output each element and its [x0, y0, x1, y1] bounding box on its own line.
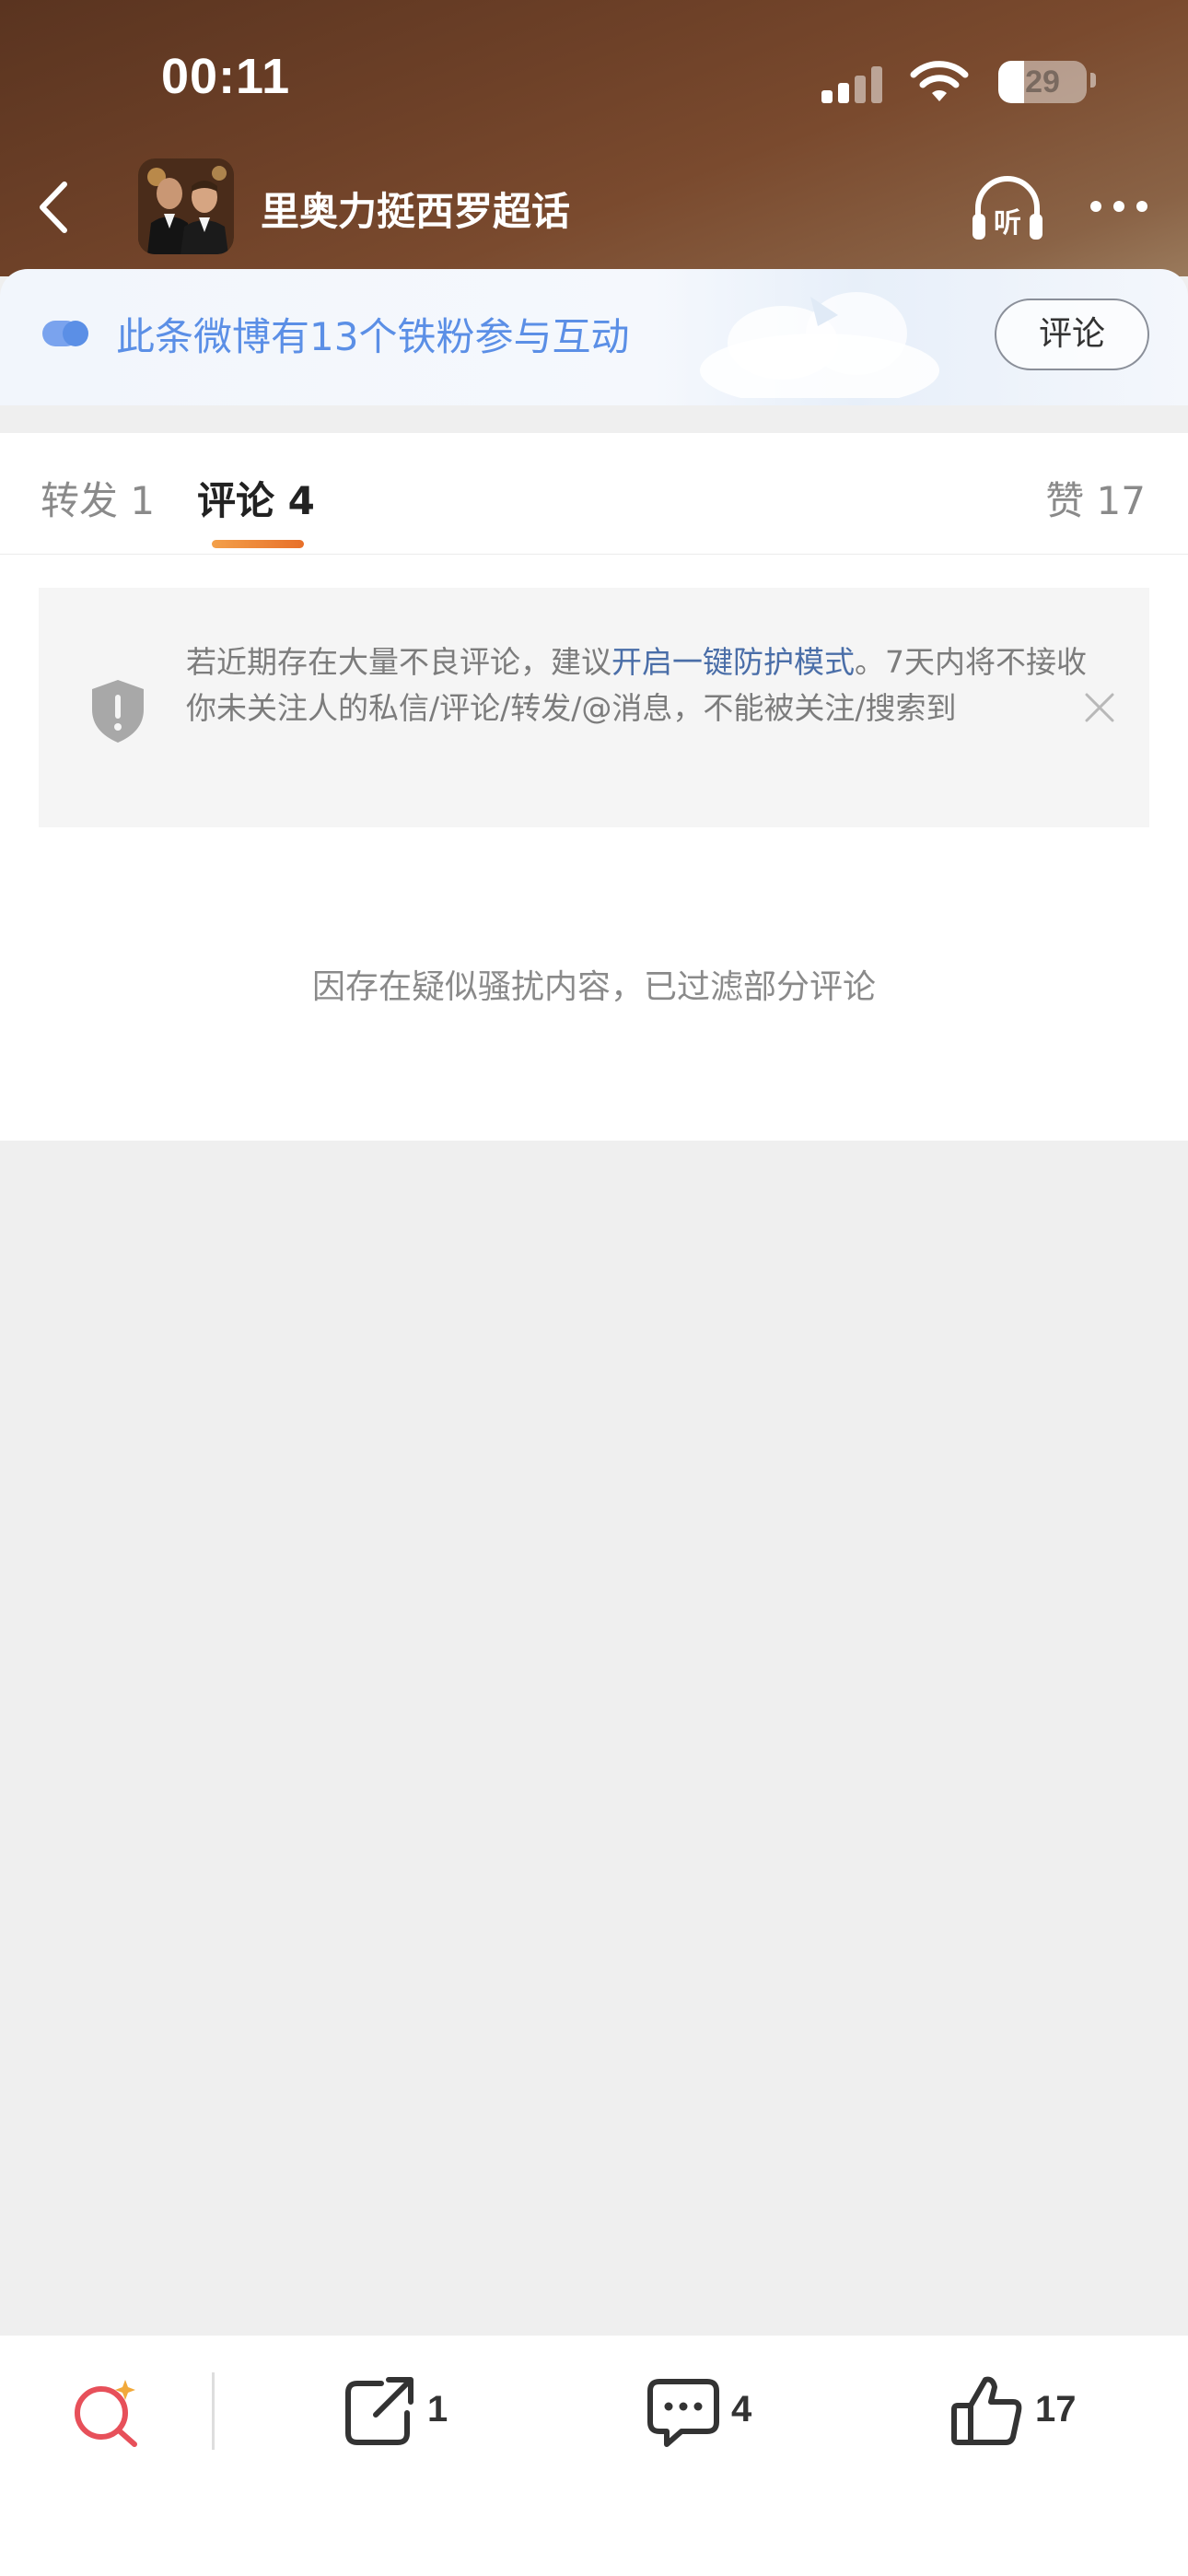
battery-tip: [1090, 73, 1096, 88]
screen: 00:11 29 里奥力挺西罗超话 听 此条微博有13个铁粉参与互动 评论 转发…: [0, 0, 1188, 2576]
comment-count: 4: [731, 2389, 752, 2430]
wifi-icon: [910, 61, 969, 101]
like-button[interactable]: 17: [949, 2372, 1105, 2450]
close-icon[interactable]: [1079, 687, 1120, 728]
forward-button[interactable]: 1: [341, 2372, 479, 2450]
headphones-listen-icon[interactable]: 听: [969, 173, 1046, 243]
cellular-signal-icon: [821, 64, 884, 103]
interaction-tabs: 转发 1 评论 4 赞 17: [0, 433, 1188, 555]
more-dots-icon[interactable]: [1087, 184, 1151, 228]
comment-bubble-icon: [647, 2379, 719, 2447]
chevron-left-icon[interactable]: [26, 175, 90, 240]
protection-notice-text: 若近期存在大量不良评论，建议开启一键防护模式。7天内将不接收你未关注人的私信/评…: [186, 639, 1089, 732]
like-count: 17: [1035, 2389, 1077, 2430]
active-tab-indicator: [212, 540, 304, 548]
ai-search-icon[interactable]: [70, 2374, 144, 2448]
thumbs-up-icon: [951, 2376, 1022, 2445]
shield-alert-icon: [92, 680, 144, 743]
fan-interaction-banner[interactable]: 此条微博有13个铁粉参与互动 评论: [0, 269, 1188, 405]
tab-comment[interactable]: 评论 4: [197, 470, 315, 526]
share-out-icon: [345, 2377, 413, 2445]
tab-like[interactable]: 赞 17: [1045, 470, 1146, 526]
battery-icon: 29: [998, 61, 1087, 103]
enable-protection-link[interactable]: 开启一键防护模式: [611, 644, 855, 680]
tab-forward[interactable]: 转发 1: [41, 470, 155, 526]
cloud-decoration: [700, 292, 939, 398]
status-time: 00:11: [161, 49, 291, 104]
forward-count: 1: [427, 2389, 448, 2430]
bottom-toolbar: 1 4 17: [0, 2336, 1188, 2576]
status-icons: 29: [792, 55, 1096, 107]
comment-button[interactable]: 评论: [995, 299, 1149, 370]
comments-panel: 转发 1 评论 4 赞 17 若近期存在大量不良评论，建议开启一键防护模式。7天…: [0, 433, 1188, 1141]
topic-header: 00:11 29 里奥力挺西罗超话 听: [0, 0, 1188, 276]
battery-percent: 29: [1025, 64, 1060, 100]
fan-interaction-text: 此条微博有13个铁粉参与互动: [116, 314, 630, 359]
avatar-image: [138, 158, 234, 254]
comment-toolbar-button[interactable]: 4: [645, 2372, 783, 2450]
topic-title: 里奥力挺西罗超话: [261, 189, 571, 234]
topic-avatar[interactable]: [138, 158, 234, 254]
svg-text:听: 听: [994, 207, 1021, 240]
fan-badge-icon: [42, 321, 88, 346]
toolbar-divider: [212, 2372, 215, 2450]
protection-notice-card: 若近期存在大量不良评论，建议开启一键防护模式。7天内将不接收你未关注人的私信/评…: [39, 588, 1149, 827]
filtered-comments-note: 因存在疑似骚扰内容，已过滤部分评论: [311, 968, 876, 1006]
protection-text-before: 若近期存在大量不良评论，建议: [186, 644, 611, 680]
